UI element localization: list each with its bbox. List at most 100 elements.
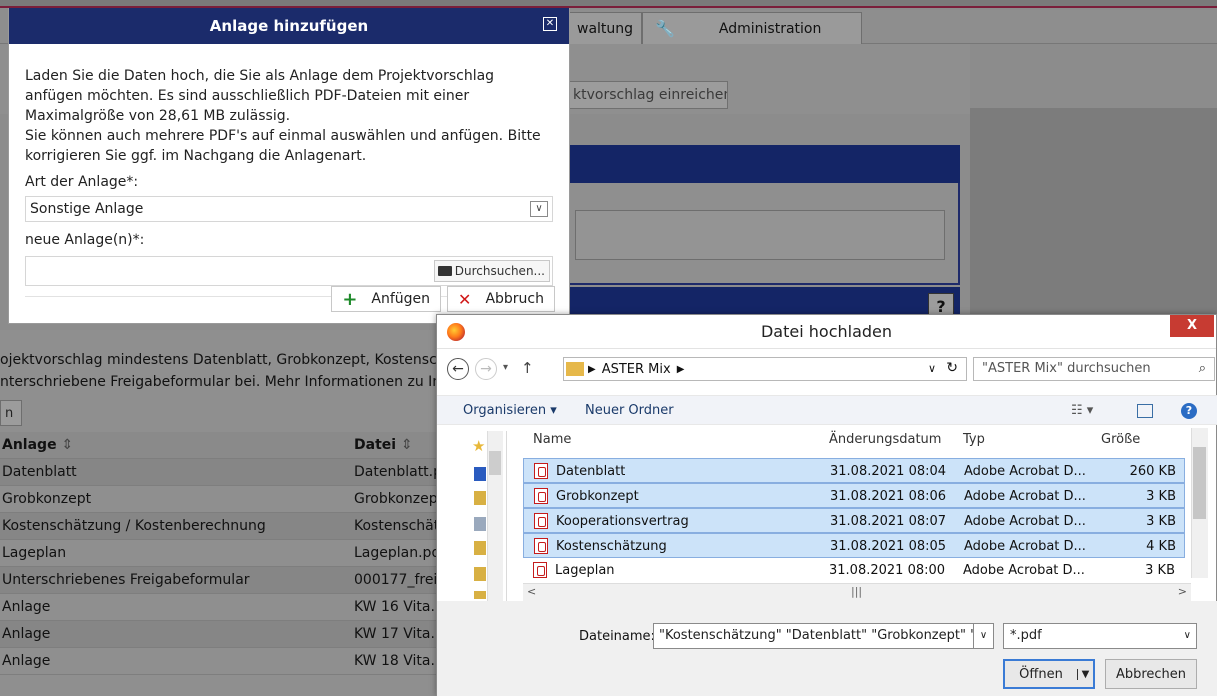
app-top-bar — [0, 0, 1217, 8]
table-row[interactable]: Grobkonzept Grobkonzep — [0, 486, 440, 513]
plus-icon: + — [342, 288, 358, 310]
column-size[interactable]: Größe — [1101, 432, 1140, 447]
app-textarea[interactable] — [575, 210, 945, 260]
view-options-icon[interactable]: ☷ ▾ — [1071, 403, 1093, 418]
browse-button[interactable]: Durchsuchen... — [433, 260, 550, 282]
chevron-right-icon: ▶ — [588, 363, 596, 375]
folder-icon — [437, 266, 452, 276]
command-bar: Organisieren ▾ Neuer Ordner ☷ ▾ ? — [437, 395, 1217, 425]
add-button-label: Anfügen — [371, 291, 431, 307]
close-icon[interactable]: ✕ — [543, 17, 557, 31]
folder-icon[interactable] — [474, 591, 486, 599]
new-folder-button[interactable]: Neuer Ordner — [585, 403, 674, 418]
pdf-icon — [534, 488, 548, 504]
column-modified[interactable]: Änderungsdatum — [829, 432, 941, 447]
file-type-select[interactable]: *.pdf ∨ — [1003, 623, 1197, 649]
desktop-icon[interactable] — [474, 467, 486, 481]
back-icon[interactable]: ← — [447, 358, 469, 380]
tab-administration-label: Administration — [718, 20, 822, 37]
breadcrumb[interactable]: ASTER Mix — [602, 362, 671, 377]
chevron-right-icon[interactable]: > — [1178, 585, 1187, 598]
new-attachment-label: neue Anlage(n)*: — [25, 232, 145, 248]
search-input[interactable]: "ASTER Mix" durchsuchen ⌕ — [973, 357, 1215, 381]
dialog-title: Anlage hinzufügen — [209, 17, 369, 35]
file-row[interactable]: Grobkonzept 31.08.2021 08:06 Adobe Acrob… — [523, 483, 1185, 508]
table-header-row: Anlage ⇕ Datei ⇕ — [0, 432, 440, 459]
app-section-header — [560, 145, 960, 183]
open-button[interactable]: Öffnen ▼ — [1003, 659, 1095, 689]
column-name[interactable]: Name — [533, 432, 571, 447]
open-dropdown-icon[interactable]: ▼ — [1077, 668, 1093, 680]
cancel-button-label: Abbruch — [485, 291, 544, 307]
organize-button[interactable]: Organisieren ▾ — [463, 403, 557, 418]
chevron-left-icon[interactable]: < — [527, 585, 536, 598]
table-row[interactable]: Anlage KW 17 Vita.p — [0, 621, 440, 648]
table-row[interactable]: Anlage KW 16 Vita.p — [0, 594, 440, 621]
folder-icon[interactable] — [474, 541, 486, 555]
dialog-buttons: + Anfügen ✕ Abbruch — [331, 286, 555, 312]
add-button[interactable]: + Anfügen — [331, 286, 442, 312]
file-list-scroll-thumb[interactable] — [1193, 447, 1206, 519]
firefox-icon — [447, 323, 465, 341]
network-icon[interactable] — [474, 517, 486, 531]
chevron-down-icon: ∨ — [530, 201, 548, 217]
browse-label: Durchsuchen... — [454, 264, 545, 278]
attachment-type-value: Sonstige Anlage — [30, 201, 144, 217]
file-input[interactable]: Durchsuchen... — [25, 256, 553, 286]
up-arrow-icon[interactable]: ↑ — [521, 359, 534, 377]
horizontal-scrollbar[interactable]: < ||| > — [523, 583, 1191, 601]
dialog-description-2: Sie können auch mehrere PDF's auf einmal… — [25, 128, 541, 164]
preview-pane-icon[interactable] — [1137, 404, 1153, 418]
column-type[interactable]: Typ — [963, 432, 985, 447]
column-header-anlage[interactable]: Anlage ⇕ — [2, 437, 73, 453]
folder-icon[interactable] — [474, 567, 486, 581]
help-icon[interactable]: ? — [1181, 403, 1197, 419]
file-row[interactable]: Kooperationsvertrag 31.08.2021 08:07 Ado… — [523, 508, 1185, 533]
table-row[interactable]: Anlage KW 18 Vita.p — [0, 648, 440, 675]
folder-icon — [566, 362, 584, 376]
folder-icon[interactable] — [474, 491, 486, 505]
attachment-type-select[interactable]: Sonstige Anlage ∨ — [25, 196, 553, 222]
wrench-icon: 🔧 — [655, 19, 675, 38]
close-icon[interactable]: X — [1170, 315, 1214, 337]
navigation-scroll-thumb[interactable] — [489, 451, 501, 475]
small-action-button[interactable]: n — [0, 400, 22, 426]
file-list: Name Änderungsdatum Typ Größe Datenblatt… — [523, 428, 1203, 580]
pdf-icon — [534, 538, 548, 554]
file-row[interactable]: Kostenschätzung 31.08.2021 08:05 Adobe A… — [523, 533, 1185, 558]
scroll-grip-icon[interactable]: ||| — [851, 585, 862, 598]
file-upload-dialog: Datei hochladen X ← → ▾ ↑ ▶ ASTER Mix ▶ … — [436, 314, 1217, 696]
table-row[interactable]: Lageplan Lageplan.pd — [0, 540, 440, 567]
sort-icon: ⇕ — [400, 437, 413, 453]
file-row[interactable]: Datenblatt 31.08.2021 08:04 Adobe Acroba… — [523, 458, 1185, 483]
abort-button[interactable]: Abbrechen — [1105, 659, 1197, 689]
refresh-icon[interactable]: ↻ — [946, 360, 958, 376]
filename-input[interactable]: "Kostenschätzung" "Datenblatt" "Grobkonz… — [653, 623, 994, 649]
pdf-icon — [534, 513, 548, 529]
search-icon: ⌕ — [1198, 361, 1206, 376]
add-attachment-dialog: Anlage hinzufügen ✕ Laden Sie die Daten … — [8, 8, 570, 324]
info-text-line-2: nterschriebene Freigabeformular bei. Meh… — [0, 374, 451, 390]
info-text-line-1: ojektvorschlag mindestens Datenblatt, Gr… — [0, 352, 455, 368]
submit-proposal-button[interactable]: ktvorschlag einreichen — [560, 81, 728, 109]
table-row[interactable]: Datenblatt Datenblatt.p — [0, 459, 440, 486]
tab-administration[interactable]: 🔧 Administration — [642, 12, 862, 44]
file-dialog-title-bar: Datei hochladen X — [437, 315, 1216, 349]
table-row[interactable]: Kostenschätzung / Kostenberechnung Kosten… — [0, 513, 440, 540]
column-header-datei[interactable]: Datei ⇕ — [354, 437, 413, 453]
close-icon: ✕ — [458, 289, 472, 309]
file-row[interactable]: Lageplan 31.08.2021 08:00 Adobe Acrobat … — [523, 558, 1185, 583]
cancel-button[interactable]: ✕ Abbruch — [447, 286, 555, 312]
star-icon[interactable]: ★ — [472, 437, 488, 455]
file-dialog-footer: Dateiname: "Kostenschätzung" "Datenblatt… — [437, 601, 1217, 696]
chevron-down-icon[interactable]: ∨ — [973, 623, 994, 649]
pdf-icon — [533, 562, 547, 578]
chevron-down-icon[interactable]: ∨ — [928, 362, 936, 375]
forward-icon[interactable]: → — [475, 358, 497, 380]
filename-label: Dateiname: — [579, 629, 655, 644]
file-dialog-title: Datei hochladen — [760, 322, 893, 341]
table-row[interactable]: Unterschriebenes Freigabeformular 000177_… — [0, 567, 440, 594]
address-bar[interactable]: ▶ ASTER Mix ▶ ∨ ↻ — [563, 357, 967, 381]
recent-dropdown-icon[interactable]: ▾ — [503, 362, 508, 373]
tab-verwaltung[interactable]: waltung — [560, 12, 642, 44]
